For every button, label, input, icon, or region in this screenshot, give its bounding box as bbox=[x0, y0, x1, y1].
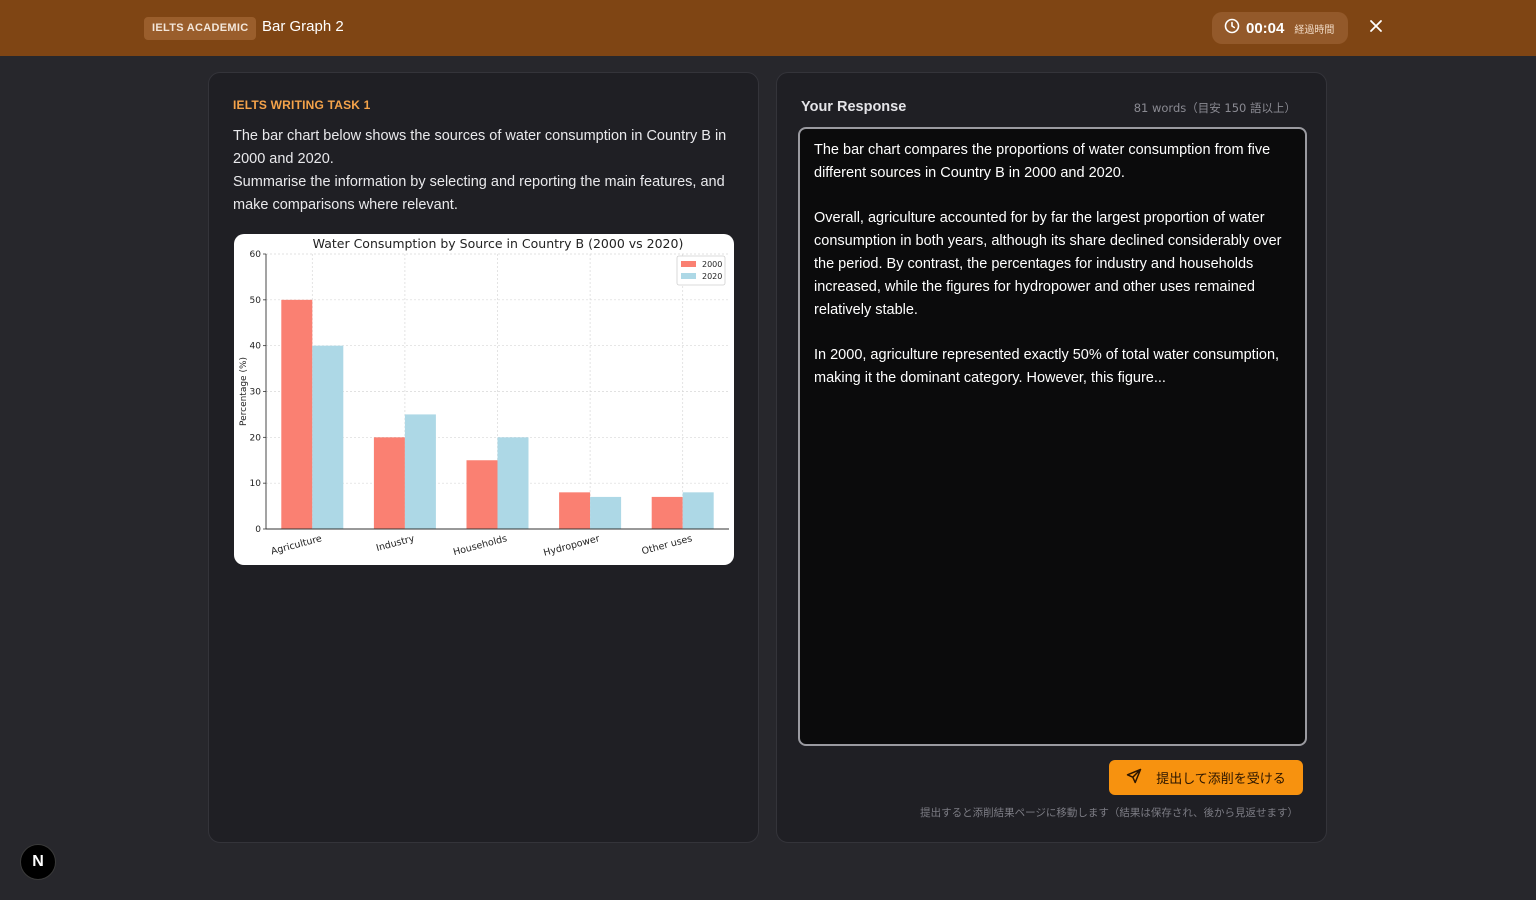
prompt-line-1: The bar chart below shows the sources of… bbox=[233, 128, 727, 167]
y-tick-label: 10 bbox=[250, 479, 262, 489]
x-tick-label: Other uses bbox=[641, 533, 694, 557]
exam-type-badge: IELTS ACADEMIC bbox=[144, 17, 257, 40]
submit-label: 提出して添削を受ける bbox=[1156, 772, 1286, 787]
bar-2020-households bbox=[497, 437, 529, 529]
bar-2000-industry bbox=[373, 437, 405, 529]
word-count: 81 words（目安 150 語以上） bbox=[1133, 101, 1296, 115]
chart-svg: 0 10 20 30 40 50 60 Agriculture Industry Househol… bbox=[239, 236, 729, 559]
next-dev-badge[interactable]: N bbox=[20, 844, 56, 880]
task-label: IELTS WRITING TASK 1 bbox=[233, 98, 371, 112]
x-tick-label: Households bbox=[452, 533, 508, 558]
page-title: Bar Graph 2 bbox=[262, 18, 344, 35]
bar-2020-agriculture bbox=[312, 345, 344, 529]
close-icon bbox=[1369, 19, 1383, 38]
clock-icon bbox=[1224, 18, 1240, 39]
bar-2020-hydropower bbox=[590, 496, 622, 529]
bar-2020-industry bbox=[404, 414, 436, 529]
timer-value: 00:04 bbox=[1246, 19, 1285, 37]
submit-button[interactable]: 提出して添削を受ける bbox=[1109, 760, 1303, 795]
y-tick-label: 30 bbox=[250, 388, 262, 398]
legend-label: 2020 bbox=[702, 272, 722, 281]
task-prompt: The bar chart below shows the sources of… bbox=[233, 125, 738, 217]
response-textarea[interactable]: The bar chart compares the proportions o… bbox=[798, 127, 1307, 746]
y-tick-label: 0 bbox=[255, 525, 261, 535]
y-tick-label: 40 bbox=[250, 342, 262, 352]
legend-swatch bbox=[681, 261, 696, 267]
bar-2000-agriculture bbox=[281, 299, 313, 529]
x-tick-label: Agriculture bbox=[270, 533, 323, 557]
y-tick-label: 50 bbox=[250, 296, 262, 306]
bar-chart: 0 10 20 30 40 50 60 Agriculture Industry Househol… bbox=[234, 234, 734, 565]
response-panel: Your Response 81 words（目安 150 語以上） The b… bbox=[776, 72, 1327, 843]
prompt-line-2: Summarise the information by selecting a… bbox=[233, 174, 725, 213]
response-title: Your Response bbox=[801, 99, 907, 115]
task-panel: IELTS WRITING TASK 1 The bar chart below… bbox=[208, 72, 759, 843]
top-bar: IELTS ACADEMIC Bar Graph 2 00:04 経過時間 bbox=[0, 0, 1536, 56]
legend-swatch bbox=[681, 273, 696, 279]
legend-label: 2000 bbox=[702, 260, 722, 269]
bar-2020-other-uses bbox=[682, 492, 714, 529]
send-icon bbox=[1126, 768, 1156, 788]
x-tick-label: Hydropower bbox=[542, 533, 601, 559]
bar-2000-households bbox=[466, 460, 498, 529]
x-tick-label: Industry bbox=[375, 533, 416, 554]
y-tick-label: 60 bbox=[250, 250, 262, 260]
y-axis-label: Percentage (%) bbox=[239, 357, 249, 426]
bar-2000-hydropower bbox=[559, 492, 591, 529]
submit-hint: 提出すると添削結果ページに移動します（結果は保存され、後から見返せます） bbox=[920, 807, 1298, 819]
close-button[interactable] bbox=[1364, 16, 1388, 40]
elapsed-timer: 00:04 経過時間 bbox=[1212, 12, 1348, 44]
y-tick-label: 20 bbox=[250, 433, 262, 443]
chart-title: Water Consumption by Source in Country B… bbox=[313, 236, 684, 251]
bar-2000-other-uses bbox=[651, 496, 683, 529]
timer-label: 経過時間 bbox=[1294, 24, 1335, 36]
